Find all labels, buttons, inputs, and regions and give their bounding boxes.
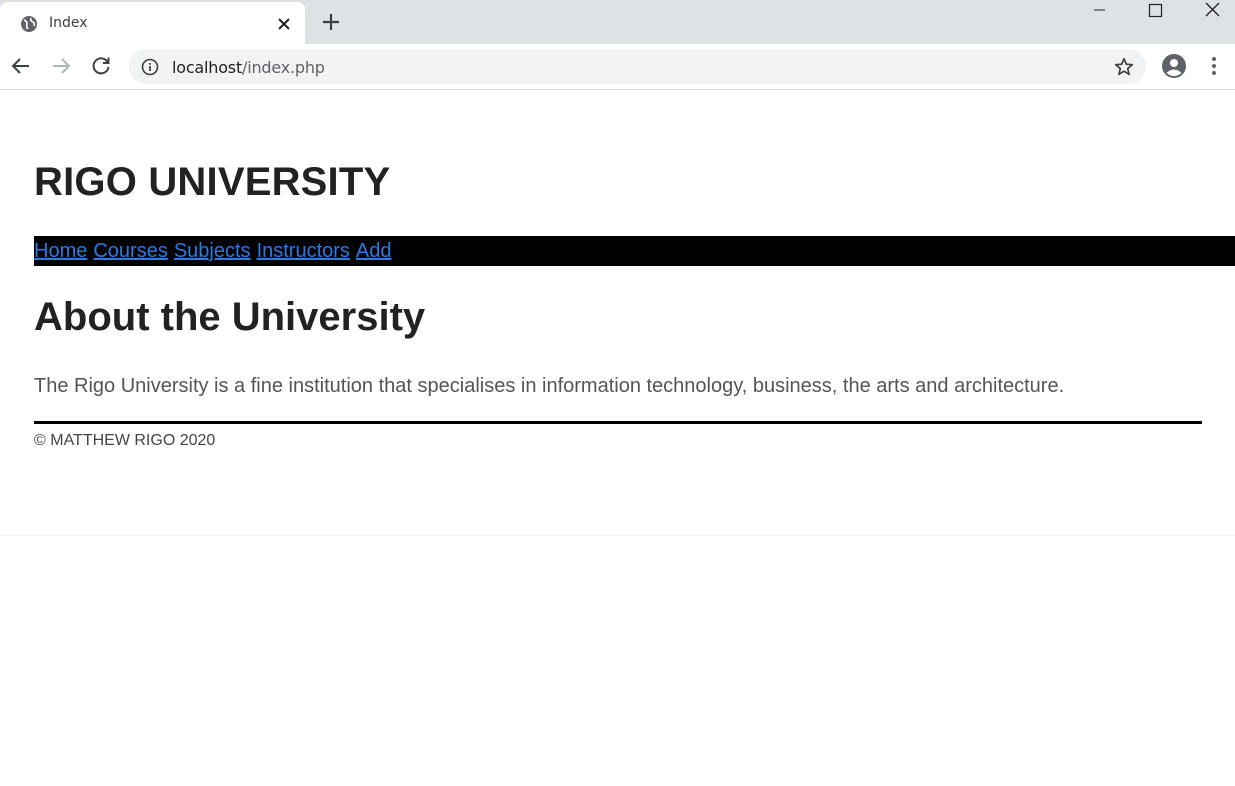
minimize-icon[interactable] bbox=[1076, 0, 1122, 22]
about-heading: About the University bbox=[34, 295, 426, 339]
nav-link-courses[interactable]: Courses bbox=[93, 240, 167, 262]
nav-link-home[interactable]: Home bbox=[34, 240, 87, 262]
page-content: RIGO UNIVERSITY Home Courses Subjects Instr… bbox=[0, 90, 1235, 786]
nav-link-subjects[interactable]: Subjects bbox=[174, 240, 251, 262]
page-bottom-divider bbox=[0, 535, 1235, 536]
url-path: /index.php bbox=[242, 58, 325, 77]
more-vertical-icon[interactable] bbox=[1204, 55, 1224, 77]
globe-icon bbox=[21, 16, 37, 32]
tab-title: Index bbox=[49, 15, 88, 31]
url-text: localhost/index.php bbox=[172, 58, 325, 77]
footer-divider bbox=[34, 421, 1202, 424]
maximize-icon[interactable] bbox=[1132, 0, 1178, 22]
address-bar[interactable]: localhost/index.php bbox=[129, 49, 1146, 84]
forward-arrow-icon[interactable] bbox=[49, 54, 73, 78]
bookmark-star-icon[interactable] bbox=[1113, 56, 1135, 78]
close-tab-icon[interactable] bbox=[274, 14, 294, 34]
nav-link-add[interactable]: Add bbox=[356, 240, 392, 262]
browser-tab[interactable]: Index bbox=[0, 2, 305, 44]
site-title: RIGO UNIVERSITY bbox=[34, 160, 391, 204]
back-arrow-icon[interactable] bbox=[9, 54, 33, 78]
main-nav: Home Courses Subjects Instructors Add bbox=[34, 236, 1235, 266]
info-icon[interactable] bbox=[141, 58, 159, 76]
browser-toolbar: localhost/index.php bbox=[0, 44, 1235, 90]
about-text: The Rigo University is a fine institutio… bbox=[34, 375, 1065, 397]
reload-icon[interactable] bbox=[89, 54, 113, 78]
url-host: localhost bbox=[172, 58, 243, 77]
nav-link-instructors[interactable]: Instructors bbox=[257, 240, 350, 262]
account-icon[interactable] bbox=[1161, 53, 1187, 79]
footer-copyright: © MATTHEW RIGO 2020 bbox=[34, 432, 216, 449]
new-tab-icon[interactable] bbox=[319, 10, 343, 34]
window-close-icon[interactable] bbox=[1189, 0, 1235, 22]
tab-strip: Index bbox=[0, 0, 1235, 44]
